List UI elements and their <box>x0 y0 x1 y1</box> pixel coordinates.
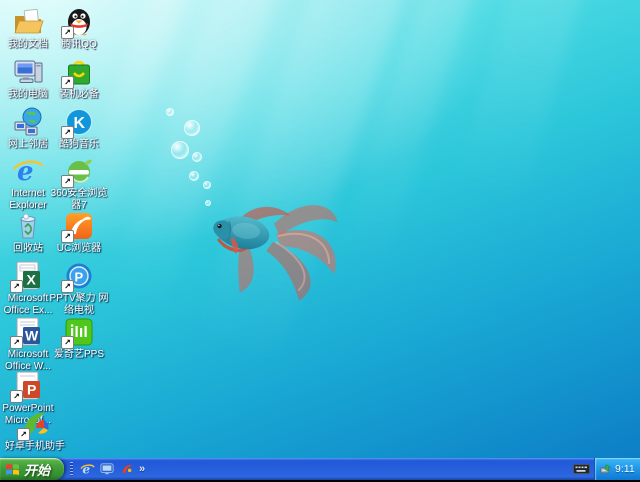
taskbar: 开始 e » 9:11 <box>0 458 640 480</box>
bubble <box>184 120 200 136</box>
shortcut-arrow-badge: ↗ <box>10 336 23 349</box>
start-button[interactable]: 开始 <box>0 458 64 480</box>
shortcut-arrow-badge: ↗ <box>61 26 74 39</box>
desktop-icon-tencent-qq[interactable]: ↗ 腾讯QQ <box>46 6 112 51</box>
shortcut-arrow-badge: ↗ <box>61 126 74 139</box>
internet-explorer-icon[interactable]: e <box>79 461 95 477</box>
start-button-label: 开始 <box>24 462 51 478</box>
desktop-icon-label: 网上邻居 <box>8 139 48 150</box>
windows-logo-icon <box>6 464 19 475</box>
svg-text:K: K <box>74 115 86 132</box>
desktop-icon-label: 爱奇艺PPS <box>53 349 104 360</box>
desktop-icon-label: 回收站 <box>13 243 43 254</box>
betta-fish <box>213 205 338 301</box>
bubble <box>171 141 189 159</box>
phone-assistant-icon: ↗ <box>17 408 51 441</box>
desktop-icon-haozhuo-assistant[interactable]: ↗ 好卓手机助手 <box>2 408 68 453</box>
svg-text:P: P <box>27 382 36 398</box>
show-desktop-icon[interactable] <box>99 461 115 477</box>
desktop-icon-label: Microsoft Office W... <box>5 349 51 372</box>
svg-text:X: X <box>27 272 37 288</box>
desktop-icon-pptv[interactable]: P ↗ PPTV聚力 网 络电视 <box>46 260 112 316</box>
iqiyi-pps-icon: ↗ <box>61 316 95 349</box>
bubble <box>203 181 211 189</box>
input-method-icon[interactable] <box>573 461 590 477</box>
quick-launch-bar: e » <box>70 458 145 480</box>
safely-remove-hardware-icon[interactable] <box>599 463 612 476</box>
bubble <box>189 171 199 181</box>
network-globe-icon <box>12 106 44 138</box>
svg-text:W: W <box>25 328 39 344</box>
shortcut-arrow-badge: ↗ <box>10 390 23 403</box>
desktop-icon-label: 我的电脑 <box>8 89 48 100</box>
desktop-icon-zhuangji-bibei[interactable]: ↗ 装机必备 <box>46 56 112 101</box>
desktop-icon-label: 好卓手机助手 <box>5 441 65 452</box>
uc-squirrel-icon: ↗ <box>61 210 95 243</box>
kugou-k-icon: K ↗ <box>61 106 95 139</box>
shortcut-arrow-badge: ↗ <box>17 428 30 441</box>
desktop-icon-360-browser[interactable]: ↗ 360安全浏览 器7 <box>46 155 112 211</box>
shortcut-arrow-badge: ↗ <box>61 76 74 89</box>
quick-launch-drag-handle[interactable] <box>70 462 73 476</box>
system-tray: 9:11 <box>594 458 640 480</box>
svg-text:P: P <box>75 270 84 285</box>
word-icon: W ↗ <box>10 316 44 349</box>
powerpoint-icon: P ↗ <box>10 370 44 403</box>
desktop: 我的文档 我的电脑 网上邻居 e Internet Explorer 回收站 X… <box>0 0 640 458</box>
desktop-icon-label: UC浏览器 <box>56 243 102 254</box>
green-bag-icon: ↗ <box>61 56 95 89</box>
shortcut-arrow-badge: ↗ <box>61 230 74 243</box>
excel-icon: X ↗ <box>10 260 44 293</box>
shortcut-arrow-badge: ↗ <box>10 280 23 293</box>
360-browser-icon: ↗ <box>61 155 95 188</box>
computer-icon <box>12 56 44 88</box>
shortcut-arrow-badge: ↗ <box>61 175 74 188</box>
desktop-icon-label: 我的文档 <box>8 39 48 50</box>
desktop-icon-uc-browser[interactable]: ↗ UC浏览器 <box>46 210 112 255</box>
media-player-icon[interactable] <box>119 461 135 477</box>
bubble <box>166 108 174 116</box>
desktop-icon-label: Internet Explorer <box>9 188 47 211</box>
shortcut-arrow-badge: ↗ <box>61 280 74 293</box>
desktop-icon-label: 腾讯QQ <box>61 39 97 50</box>
desktop-icon-label: 酷狗音乐 <box>59 139 99 150</box>
clock[interactable]: 9:11 <box>615 463 635 475</box>
qq-penguin-icon: ↗ <box>61 6 95 39</box>
pptv-icon: P ↗ <box>61 260 95 293</box>
desktop-icon-kugou-music[interactable]: K ↗ 酷狗音乐 <box>46 106 112 151</box>
desktop-icon-label: 装机必备 <box>59 89 99 100</box>
bubble <box>192 152 202 162</box>
recycle-bin-icon <box>12 210 44 242</box>
desktop-icon-label: 360安全浏览 器7 <box>50 188 108 211</box>
bubble <box>205 200 211 206</box>
quick-launch-overflow-chevron[interactable]: » <box>139 463 145 475</box>
desktop-icon-label: PPTV聚力 网 络电视 <box>49 293 109 316</box>
shortcut-arrow-badge: ↗ <box>61 336 74 349</box>
ie-icon: e <box>12 155 44 187</box>
folder-documents-icon <box>12 6 44 38</box>
desktop-icon-iqiyi-pps[interactable]: ↗ 爱奇艺PPS <box>46 316 112 361</box>
